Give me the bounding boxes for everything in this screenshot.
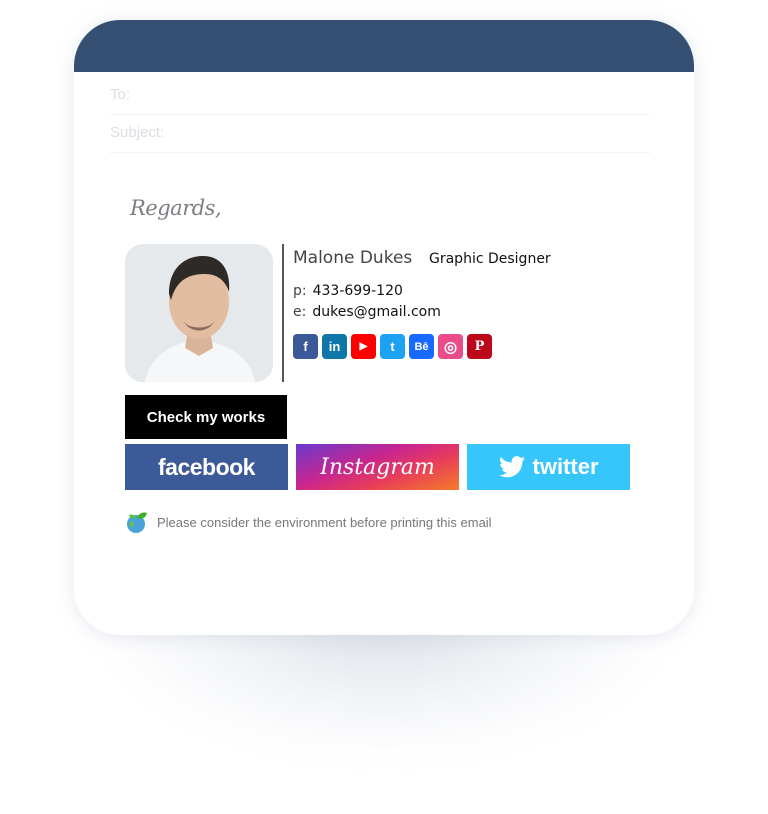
twitter-icon[interactable]: t [380,334,405,359]
to-label: To: [110,86,131,103]
signature-name: Malone Dukes [293,248,413,268]
check-my-works-button[interactable]: Check my works [125,395,287,439]
facebook-banner[interactable]: facebook [125,444,288,490]
profile-photo [125,244,273,382]
dribbble-icon[interactable]: ◎ [438,334,463,359]
social-icons: f in ▶ t Bē ◎ P [293,334,492,359]
divider [282,244,284,382]
subject-field[interactable]: Subject: [110,124,650,153]
phone-line: p: 433-699-120 [293,283,403,299]
email-address[interactable]: dukes@gmail.com [312,304,441,320]
twitter-banner-label: twitter [532,454,599,479]
twitter-bird-icon [498,456,525,478]
eco-note: Please consider the environment before p… [125,510,492,534]
pinterest-icon[interactable]: P [467,334,492,359]
instagram-banner[interactable]: Instagram [296,444,459,490]
facebook-icon[interactable]: f [293,334,318,359]
email-label: e: [293,304,307,320]
twitter-banner[interactable]: twitter [467,444,630,490]
phone-label: p: [293,283,307,299]
signature-title: Graphic Designer [429,251,551,267]
closing-text: Regards, [130,196,222,220]
phone-number[interactable]: 433-699-120 [313,283,403,299]
email-compose-card: To: Subject: Regards, Malone Dukes Graph… [74,20,694,635]
subject-label: Subject: [110,124,165,141]
youtube-icon[interactable]: ▶ [351,334,376,359]
linkedin-icon[interactable]: in [322,334,347,359]
eco-note-text: Please consider the environment before p… [157,514,492,530]
behance-icon[interactable]: Bē [409,334,434,359]
earth-leaf-icon [127,512,147,533]
to-field[interactable]: To: [110,86,650,115]
email-line: e: dukes@gmail.com [293,304,441,320]
card-header [74,20,694,72]
